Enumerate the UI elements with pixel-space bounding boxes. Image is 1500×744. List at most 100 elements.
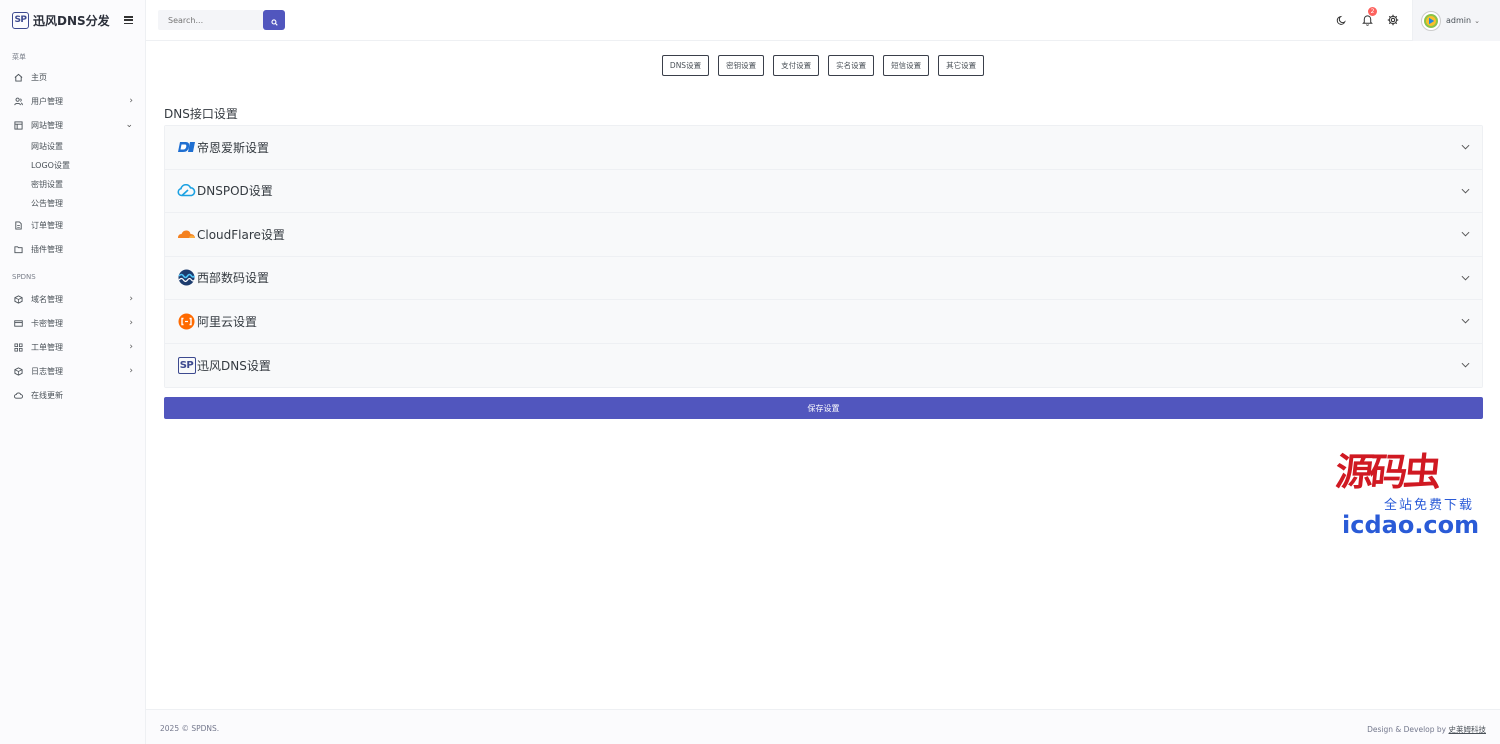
accordion-title: 阿里云设置: [197, 314, 258, 329]
chevron-right-icon: ›: [129, 294, 133, 304]
users-icon: [14, 97, 23, 106]
sidebar-item-label: 插件管理: [31, 244, 63, 254]
tab-payment-settings[interactable]: 支付设置: [773, 55, 820, 76]
sidebar-item-logs[interactable]: 日志管理 ›: [0, 359, 145, 383]
accordion-title: CloudFlare设置: [197, 227, 285, 242]
footer-credit-prefix: Design & Develop by: [1367, 725, 1449, 734]
accordion-title: 西部数码设置: [197, 271, 270, 286]
chevron-down-icon: ⌄: [1474, 16, 1480, 25]
layout-icon: [14, 120, 23, 130]
accordion-item-cloudflare[interactable]: CloudFlare设置: [165, 213, 1482, 257]
gear-icon: [1387, 11, 1399, 30]
chevron-right-icon: ›: [129, 366, 133, 376]
tab-sms-settings[interactable]: 短信设置: [883, 55, 930, 76]
sidebar-item-label: 订单管理: [31, 220, 63, 230]
sidebar-item-home[interactable]: 主页: [0, 65, 145, 89]
sidebar-item-cards[interactable]: 卡密管理 ›: [0, 311, 145, 335]
search-input[interactable]: [158, 10, 263, 30]
footer-copyright: 2025 © SPDNS.: [160, 724, 220, 733]
topbar-actions: 2 admin ⌄: [1328, 0, 1500, 41]
home-icon: [14, 73, 23, 82]
search-box: [158, 10, 285, 30]
tab-dns-settings[interactable]: DNS设置: [661, 55, 710, 76]
sidebar-item-label: 卡密管理: [31, 318, 63, 328]
sidebar-section-menu: 菜单: [12, 53, 26, 61]
folder-icon: [14, 245, 23, 254]
notification-badge: 2: [1368, 7, 1377, 16]
settings-button[interactable]: [1380, 0, 1406, 41]
sidebar-item-label: 网站管理: [31, 120, 63, 130]
file-text-icon: [14, 220, 23, 230]
chevron-down-icon: [1460, 316, 1470, 326]
tab-other-settings[interactable]: 其它设置: [938, 55, 985, 76]
sidebar-item-plugins[interactable]: 插件管理: [0, 237, 145, 261]
sidebar-item-label: 主页: [31, 72, 47, 82]
cloudflare-logo-icon: [177, 226, 196, 242]
footer: 2025 © SPDNS. Design & Develop by 史莱姆科技: [146, 709, 1500, 744]
sidebar-item-label: 域名管理: [31, 294, 63, 304]
tab-realname-settings[interactable]: 实名设置: [828, 55, 875, 76]
sidebar-item-update[interactable]: 在线更新: [0, 383, 145, 407]
west-logo-icon: [177, 269, 196, 286]
sidebar-subitem-site-settings[interactable]: 网站设置: [0, 137, 145, 156]
chevron-down-icon: [1460, 142, 1470, 152]
chevron-down-icon: ⌄: [125, 120, 133, 130]
accordion-item-dnsla[interactable]: 帝恩爱斯设置: [165, 126, 1482, 170]
brand-name: 迅风DNS分发: [33, 13, 110, 28]
sidebar-section-spdns: SPDNS: [12, 273, 36, 281]
menu-toggle-icon[interactable]: [124, 16, 133, 24]
dns-accordion: 帝恩爱斯设置 DNSPOD设置 CloudFlare设置 西部数码设置 阿里云设…: [164, 125, 1483, 388]
accordion-item-spdns[interactable]: SP 迅风DNS设置: [165, 343, 1482, 387]
sidebar-item-label: 工单管理: [31, 342, 63, 352]
watermark-url: icdao.com: [1342, 511, 1480, 539]
chevron-down-icon: [1460, 273, 1470, 283]
spdns-logo-icon: SP: [177, 356, 196, 374]
search-icon: [270, 11, 278, 30]
footer-credit-link[interactable]: 史莱姆科技: [1449, 725, 1487, 734]
sidebar-subitem-logo-settings[interactable]: LOGO设置: [0, 156, 145, 175]
theme-toggle-button[interactable]: [1328, 0, 1354, 41]
chevron-down-icon: [1460, 229, 1470, 239]
accordion-item-west[interactable]: 西部数码设置: [165, 256, 1482, 300]
sidebar-item-domains[interactable]: 域名管理 ›: [0, 287, 145, 311]
sidebar-subitem-notice[interactable]: 公告管理: [0, 194, 145, 213]
dnspod-logo-icon: [177, 183, 196, 199]
credit-card-icon: [14, 319, 23, 328]
tab-key-settings[interactable]: 密钥设置: [718, 55, 765, 76]
accordion-title: 迅风DNS设置: [197, 358, 271, 373]
sidebar-item-site[interactable]: 网站管理 ⌄: [0, 113, 145, 137]
accordion-title: 帝恩爱斯设置: [197, 140, 270, 155]
globe-icon: [14, 294, 23, 304]
notifications-button[interactable]: 2: [1354, 0, 1380, 41]
moon-icon: [1336, 11, 1347, 30]
chevron-down-icon: [1460, 360, 1470, 370]
avatar: [1421, 10, 1441, 31]
chevron-right-icon: ›: [129, 96, 133, 106]
topbar: 2 admin ⌄: [146, 0, 1500, 41]
watermark: 源码虫 全站免费下载 icdao.com: [1333, 441, 1486, 546]
accordion-item-dnspod[interactable]: DNSPOD设置: [165, 169, 1482, 213]
save-button[interactable]: 保存设置: [164, 397, 1483, 419]
brand[interactable]: SP 迅风DNS分发: [0, 0, 145, 40]
dnsla-logo-icon: [177, 139, 196, 155]
chevron-down-icon: [1460, 186, 1470, 196]
sidebar: SP 迅风DNS分发 菜单 主页 用户管理 › 网站管理 ⌄ 网站设置 LOGO…: [0, 0, 146, 744]
accordion-item-aliyun[interactable]: 阿里云设置: [165, 300, 1482, 344]
section-heading: DNS接口设置: [164, 107, 238, 121]
watermark-title: 源码虫: [1333, 449, 1441, 494]
sidebar-item-orders[interactable]: 订单管理: [0, 213, 145, 237]
sidebar-subitem-key-settings[interactable]: 密钥设置: [0, 175, 145, 194]
chevron-right-icon: ›: [129, 342, 133, 352]
brand-logo: SP: [12, 11, 29, 29]
sidebar-item-tickets[interactable]: 工单管理 ›: [0, 335, 145, 359]
sidebar-item-users[interactable]: 用户管理 ›: [0, 89, 145, 113]
sidebar-item-label: 日志管理: [31, 366, 63, 376]
search-button[interactable]: [263, 10, 285, 30]
sidebar-item-label: 用户管理: [31, 96, 63, 106]
footer-credit: Design & Develop by 史莱姆科技: [1367, 724, 1486, 735]
user-name: admin: [1446, 16, 1472, 25]
aliyun-logo-icon: [177, 313, 196, 330]
grid-icon: [14, 342, 23, 352]
box-icon: [14, 366, 23, 376]
user-menu[interactable]: admin ⌄: [1412, 0, 1500, 41]
